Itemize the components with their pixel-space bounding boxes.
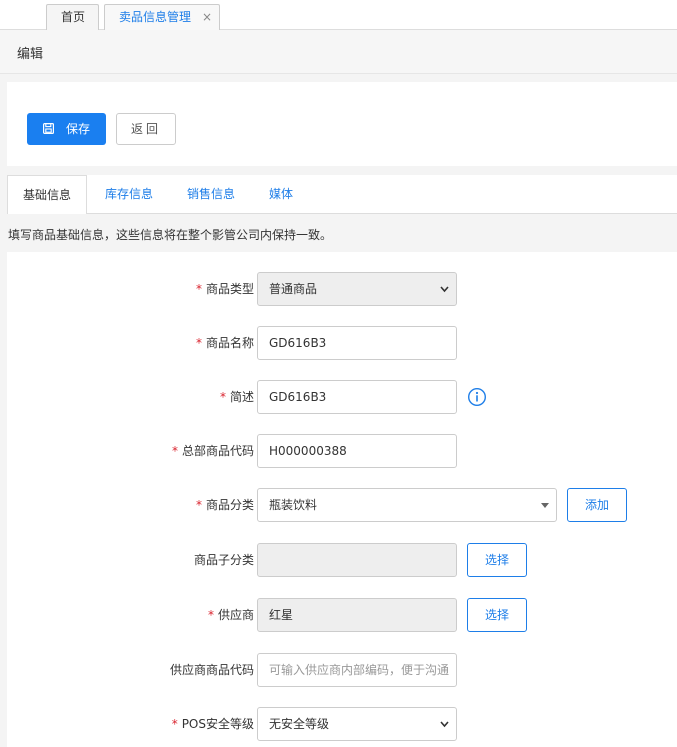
row-supplier-code: 供应商商品代码 可输入供应商内部编码，便于沟通 [7, 653, 677, 687]
select-supplier-button[interactable]: 选择 [467, 598, 527, 632]
supplier-label: * 供应商 [207, 608, 254, 622]
category-label: * 商品分类 [195, 498, 254, 512]
top-tab-bar: 首页 卖品信息管理 × [0, 0, 677, 30]
required-mark: * [207, 608, 214, 622]
pos-level-select[interactable]: 无安全等级 [257, 707, 457, 741]
chevron-down-icon [440, 721, 449, 728]
row-product-type: * 商品类型 普通商品 [7, 272, 677, 306]
tab-sales-info[interactable]: 销售信息 [187, 175, 235, 214]
subcategory-label: 商品子分类 [193, 553, 254, 567]
chevron-down-icon [440, 286, 449, 293]
supplier-input: 红星 [257, 598, 457, 632]
supplier-code-placeholder: 可输入供应商内部编码，便于沟通 [269, 663, 450, 677]
row-product-name: * 商品名称 GD616B3 [7, 326, 677, 360]
close-icon[interactable]: × [202, 5, 212, 29]
required-mark: * [219, 390, 226, 404]
required-mark: * [195, 336, 202, 350]
back-button-label: 返回 [130, 122, 161, 136]
product-type-select[interactable]: 普通商品 [257, 272, 457, 306]
summary-label: * 简述 [219, 390, 254, 404]
toolbar: 保存 返回 [7, 82, 677, 166]
info-circle-icon[interactable] [467, 387, 487, 407]
required-mark: * [171, 444, 178, 458]
tab-home[interactable]: 首页 [46, 4, 99, 30]
row-category: * 商品分类 瓶装饮料 添加 [7, 488, 677, 522]
save-icon [43, 123, 54, 134]
info-text: 填写商品基础信息，这些信息将在整个影管公司内保持一致。 [8, 228, 333, 242]
hq-code-input[interactable]: H000000388 [257, 434, 457, 468]
select-subcategory-button[interactable]: 选择 [467, 543, 527, 577]
tab-product-management-label: 卖品信息管理 [119, 10, 192, 24]
required-mark: * [195, 498, 202, 512]
supplier-code-input[interactable]: 可输入供应商内部编码，便于沟通 [257, 653, 457, 687]
info-strip: 填写商品基础信息，这些信息将在整个影管公司内保持一致。 [0, 214, 677, 252]
basic-info-form: * 商品类型 普通商品 * 商品名称 GD616B3 * 简述 GD616B3 * 总部… [7, 252, 677, 747]
row-supplier: * 供应商 红星 选择 [7, 598, 677, 632]
subcategory-input [257, 543, 457, 577]
add-category-button[interactable]: 添加 [567, 488, 627, 522]
product-name-label: * 商品名称 [195, 336, 254, 350]
save-button-label: 保存 [66, 122, 91, 136]
row-hq-code: * 总部商品代码 H000000388 [7, 434, 677, 468]
row-summary: * 简述 GD616B3 [7, 380, 677, 414]
caret-down-icon [541, 503, 549, 508]
required-mark: * [195, 282, 202, 296]
tab-home-label: 首页 [61, 10, 86, 24]
required-mark: * [171, 717, 178, 731]
row-pos-level: * POS安全等级 无安全等级 [7, 707, 677, 741]
tab-basic-info[interactable]: 基础信息 [7, 175, 87, 215]
save-button[interactable]: 保存 [27, 113, 106, 145]
tab-media[interactable]: 媒体 [269, 175, 293, 214]
page-header: 编辑 [0, 30, 677, 74]
summary-input[interactable]: GD616B3 [257, 380, 457, 414]
row-subcategory: 商品子分类 选择 [7, 543, 677, 577]
hq-code-label: * 总部商品代码 [171, 444, 254, 458]
pos-level-label: * POS安全等级 [171, 717, 254, 731]
back-button[interactable]: 返回 [116, 113, 176, 145]
category-select[interactable]: 瓶装饮料 [257, 488, 557, 522]
tab-product-management[interactable]: 卖品信息管理 × [104, 4, 220, 30]
section-tabs: 基础信息 库存信息 销售信息 媒体 [7, 175, 677, 215]
tab-inventory-info[interactable]: 库存信息 [105, 175, 153, 214]
product-type-label: * 商品类型 [195, 282, 254, 296]
page-title: 编辑 [17, 47, 44, 62]
supplier-code-label: 供应商商品代码 [169, 663, 254, 677]
product-name-input[interactable]: GD616B3 [257, 326, 457, 360]
